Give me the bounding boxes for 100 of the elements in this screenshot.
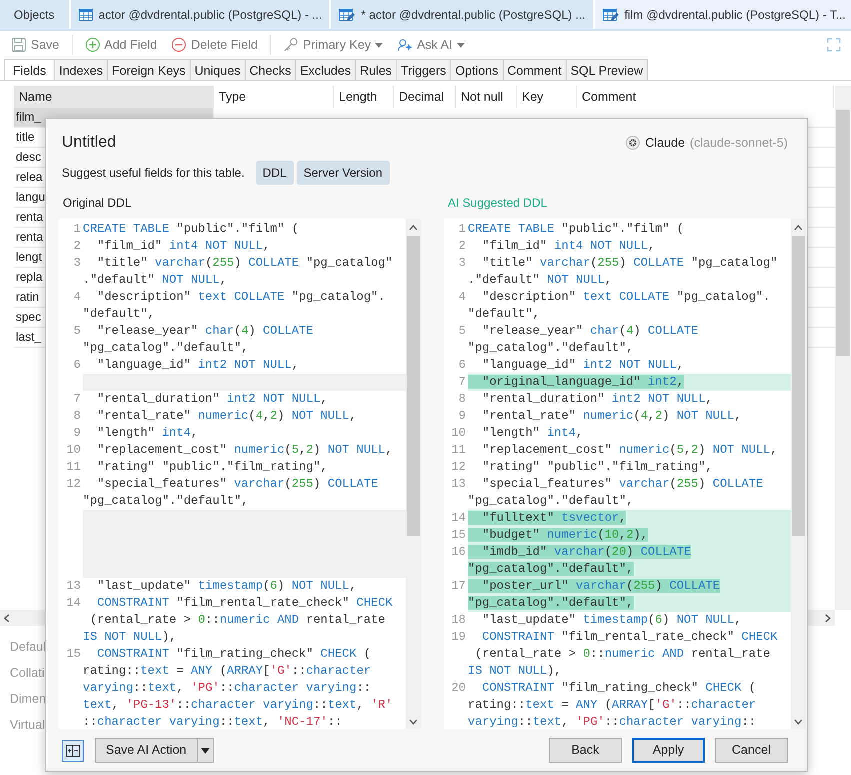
- code-line: CONSTRAINT "film_rating_check" CHECK ( rating::text = ANY (ARRAY['G'::character varying::text, 'PG'::character varying::: [468, 680, 758, 729]
- toolbar-button[interactable]: Delete Field: [166, 34, 264, 56]
- editor-tab[interactable]: Objects: [0, 0, 69, 29]
- code-line: "release_year" char(4) COLLATE "pg_catalog"."default",: [468, 323, 700, 357]
- dialog-button[interactable]: Apply: [632, 738, 705, 763]
- tab[interactable]: Options: [450, 59, 504, 80]
- chevron-down-icon: [794, 719, 803, 725]
- column-header[interactable]: Name: [14, 86, 214, 108]
- code-editor[interactable]: [444, 219, 806, 729]
- tab[interactable]: Foreign Keys: [107, 59, 191, 80]
- chevron-up-icon: [794, 225, 803, 231]
- line-number: 18: [450, 612, 467, 629]
- column-header[interactable]: Type: [214, 86, 334, 108]
- line-number: 10: [66, 442, 82, 459]
- editor-tab[interactable]: * actor @dvdrental.public (PostgreSQL) ...: [331, 0, 593, 29]
- table-icon: [78, 6, 94, 22]
- toolbar-button[interactable]: Add Field: [80, 34, 162, 56]
- code-line: CREATE TABLE "public"."film" (: [468, 221, 686, 238]
- line-number: 13: [450, 476, 467, 493]
- chevron-up-icon: [409, 225, 418, 231]
- toolbar-button[interactable]: Ask AI: [392, 34, 470, 56]
- tab[interactable]: Indexes: [54, 59, 108, 80]
- code-line: "replacement_cost" numeric(5,2) NOT NULL,: [481, 442, 779, 459]
- column-header[interactable]: Comment: [577, 86, 834, 108]
- dropdown-button[interactable]: [198, 738, 214, 763]
- dialog-button[interactable]: Back: [549, 738, 622, 763]
- line-number: 5: [458, 323, 467, 340]
- table-edit-icon: [338, 6, 356, 22]
- line-number: 12: [66, 476, 82, 493]
- property-label: Dimen: [10, 691, 46, 708]
- property-label: Defaul: [10, 639, 46, 656]
- sparkle-icon: [397, 37, 414, 53]
- code-line: "title" varchar(255) COLLATE "pg_catalog" ."default" NOT NULL,: [468, 255, 779, 289]
- toolbar-button[interactable]: Primary Key: [278, 34, 388, 56]
- column-header[interactable]: Decimal: [394, 86, 456, 108]
- chevron-right-icon: [825, 614, 831, 622]
- toolbar-button[interactable]: Save: [6, 34, 64, 56]
- line-number: 16: [450, 544, 467, 561]
- context-chip[interactable]: Server Version: [296, 161, 390, 185]
- code-line: "description" text COLLATE "pg_catalog". "default",: [468, 289, 772, 323]
- code-line: "last_update" timestamp(6) NOT NULL,: [96, 578, 358, 595]
- remove-icon: [171, 37, 188, 53]
- code-line: "length" int4,: [481, 425, 584, 442]
- model-name: Claude: [645, 134, 686, 152]
- code-line: "rental_rate" numeric(4,2) NOT NULL,: [96, 408, 358, 425]
- property-label: Virtual: [10, 717, 46, 734]
- tab[interactable]: Excludes: [295, 59, 356, 80]
- line-number: 19: [450, 629, 467, 646]
- line-number: 11: [450, 442, 467, 459]
- context-chip[interactable]: DDL: [256, 161, 294, 185]
- code-line: "rental_duration" int2 NOT NULL,: [481, 391, 714, 408]
- code-line: "rental_duration" int2 NOT NULL,: [96, 391, 329, 408]
- line-number: 9: [458, 408, 467, 425]
- dialog-button[interactable]: Cancel: [715, 738, 788, 763]
- line-number: 14: [66, 595, 82, 612]
- column-header[interactable]: Not null: [456, 86, 517, 108]
- line-number: 17: [450, 578, 467, 595]
- chevron-down-icon: [409, 719, 418, 725]
- property-label: Collati: [10, 665, 45, 682]
- diff-toggle-button[interactable]: [62, 740, 84, 762]
- tab[interactable]: Checks: [244, 59, 296, 80]
- code-line: "length" int4,: [96, 425, 200, 442]
- line-number: 8: [458, 391, 467, 408]
- code-line: "film_id" int4 NOT NULL,: [481, 238, 656, 255]
- column-header[interactable]: Length: [334, 86, 394, 108]
- tab[interactable]: Fields: [4, 59, 56, 80]
- line-number: 20: [450, 680, 467, 697]
- code-line: "rating" "public"."film_rating",: [481, 459, 714, 476]
- editor-tab[interactable]: film @dvdrental.public (PostgreSQL) - T...: [594, 0, 851, 29]
- line-number: 4: [458, 289, 467, 306]
- tab[interactable]: Comment: [502, 59, 567, 80]
- column-header[interactable]: Key: [517, 86, 577, 108]
- add-icon: [84, 37, 100, 53]
- editor-tab[interactable]: actor @dvdrental.public (PostgreSQL) - ...: [70, 0, 330, 29]
- line-number: 2: [458, 238, 467, 255]
- code-line: "language_id" int2 NOT NULL,: [96, 357, 300, 374]
- model-version: (claude-sonnet-5): [690, 134, 788, 152]
- tab[interactable]: Uniques: [190, 59, 246, 80]
- pane-label: AI Suggested DDL: [447, 195, 548, 212]
- tab[interactable]: Triggers: [396, 59, 452, 80]
- scrollbar[interactable]: [406, 219, 421, 729]
- code-line: "special_features" varchar(255) COLLATE "pg_catalog"."default",: [83, 476, 380, 510]
- line-number: 6: [458, 357, 467, 374]
- code-editor[interactable]: [59, 219, 421, 729]
- line-number: 8: [72, 408, 82, 425]
- code-line: "rating" "public"."film_rating",: [96, 459, 329, 476]
- model-icon: [626, 136, 640, 150]
- line-number: 15: [66, 646, 82, 663]
- code-line: CONSTRAINT "film_rating_check" CHECK ( rating::text = ANY (ARRAY['G'::character varying::text, 'PG'::character varying:: text, 'PG-13'::character varying::text, 'R' ::character varying::text, 'NC-17'::: [83, 646, 394, 729]
- line-number: 1: [458, 221, 467, 238]
- scrollbar[interactable]: [791, 219, 806, 729]
- line-number: 12: [450, 459, 467, 476]
- code-line: "last_update" timestamp(6) NOT NULL,: [481, 612, 743, 629]
- line-number: 7: [72, 391, 82, 408]
- tab[interactable]: SQL Preview: [566, 59, 648, 80]
- tab[interactable]: Rules: [355, 59, 398, 80]
- scrollbar[interactable]: [835, 86, 851, 610]
- line-number: 6: [72, 357, 82, 374]
- save-action-button[interactable]: Save AI Action: [95, 738, 198, 763]
- key-icon: [283, 37, 300, 53]
